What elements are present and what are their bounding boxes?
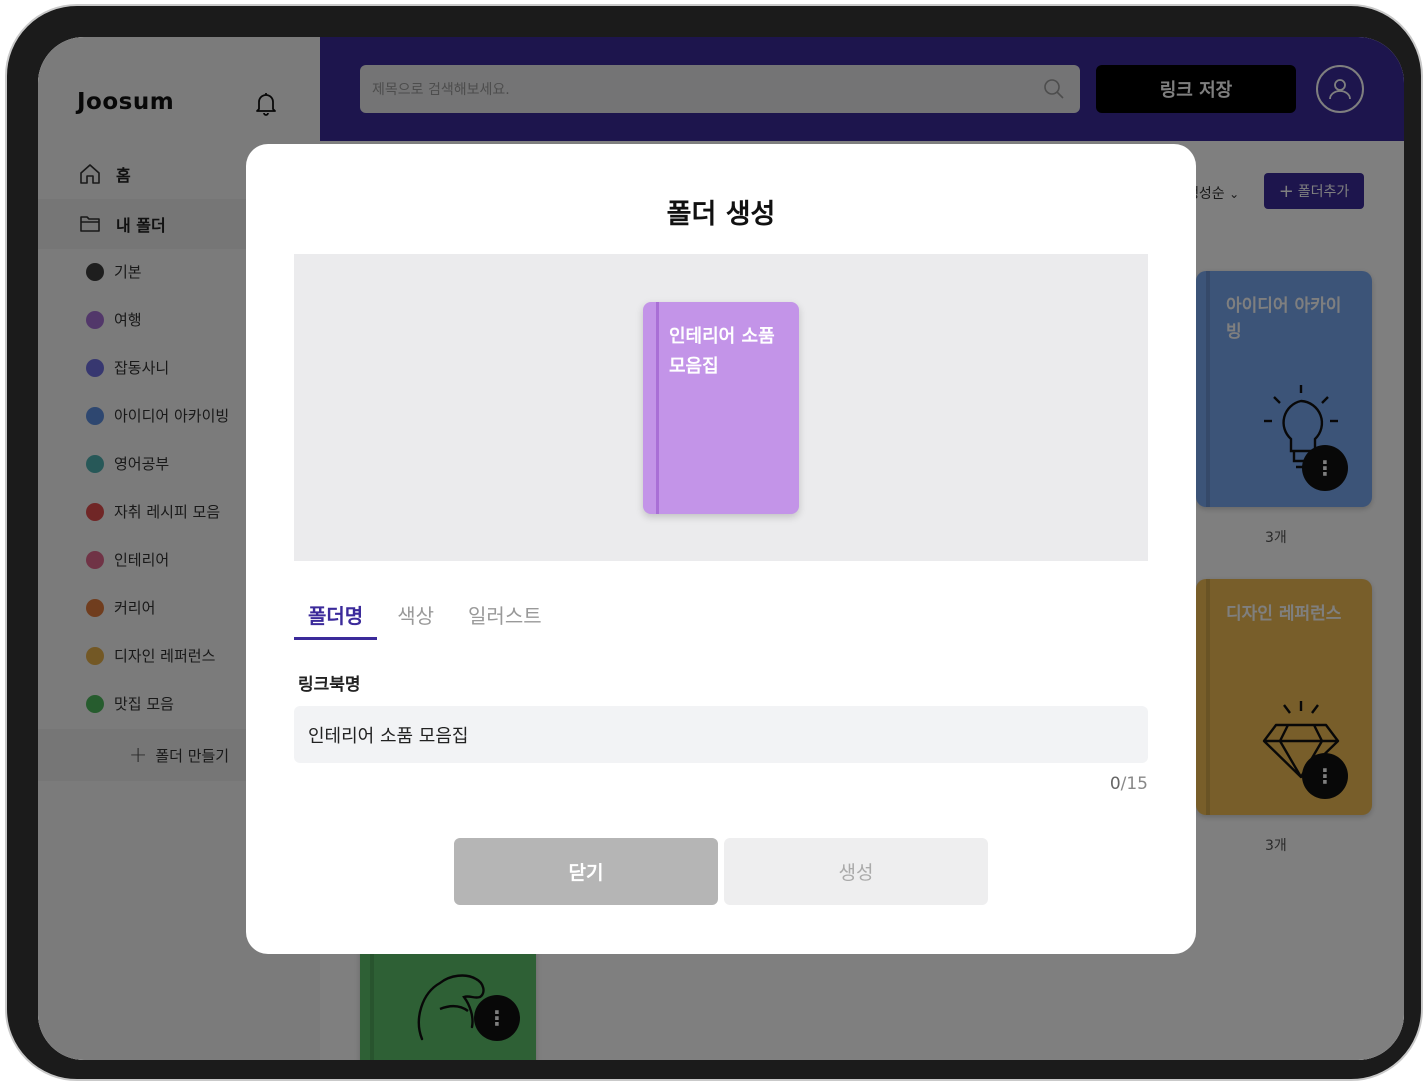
folder-name-input[interactable]: 인테리어 소품 모음집 <box>294 706 1148 763</box>
folder-name-value: 인테리어 소품 모음집 <box>308 725 469 747</box>
char-counter-current: 0 <box>1109 774 1121 794</box>
tab-illustration[interactable]: 일러스트 <box>454 594 556 640</box>
folder-preview: 인테리어 소품 모음집 <box>294 254 1148 561</box>
create-folder-modal: 폴더 생성 인테리어 소품 모음집 폴더명 색상 일러스트 링크북명 인테리어 … <box>246 144 1196 954</box>
char-counter: 0/15 <box>1066 774 1148 794</box>
tablet-frame: Joosum 홈 내 폴더 기본여행잡동사니아이디어 아카이빙영어공부자취 레시… <box>5 4 1423 1081</box>
tab-folder-name[interactable]: 폴더명 <box>294 594 378 640</box>
char-counter-max: /15 <box>1120 774 1148 794</box>
folder-preview-book: 인테리어 소품 모음집 <box>643 302 799 514</box>
screen: Joosum 홈 내 폴더 기본여행잡동사니아이디어 아카이빙영어공부자취 레시… <box>38 37 1404 1060</box>
create-button[interactable]: 생성 <box>724 838 988 905</box>
folder-preview-title: 인테리어 소품 모음집 <box>669 326 775 377</box>
field-label: 링크북명 <box>298 675 361 695</box>
modal-title: 폴더 생성 <box>666 199 776 230</box>
modal-tabs: 폴더명 색상 일러스트 <box>294 594 562 640</box>
close-button[interactable]: 닫기 <box>454 838 718 905</box>
tab-color[interactable]: 색상 <box>383 594 448 640</box>
